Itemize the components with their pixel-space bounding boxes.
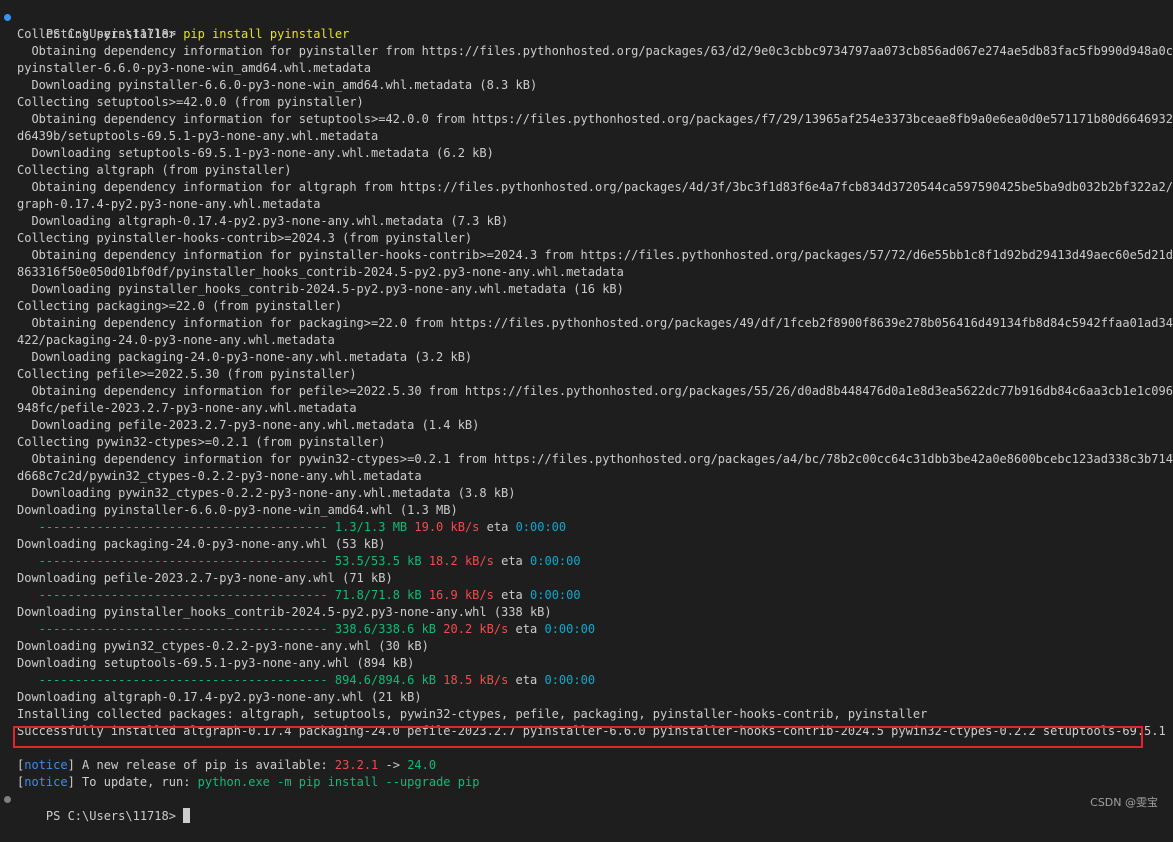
eta-value: 0:00:00 xyxy=(515,520,567,534)
output-line: Installing collected packages: altgraph,… xyxy=(17,707,928,721)
output-line: Collecting packaging>=22.0 (from pyinsta… xyxy=(17,299,343,313)
output-line: Obtaining dependency information for pyi… xyxy=(17,248,1173,262)
output-line: Obtaining dependency information for pef… xyxy=(17,384,1173,398)
output-line: 863316f50e050d01bf0df/pyinstaller_hooks_… xyxy=(17,265,624,279)
progress-line: ----------------------------------------… xyxy=(0,621,1160,638)
progress-size: 71.8/71.8 kB xyxy=(334,588,422,602)
eta-value: 0:00:00 xyxy=(530,588,581,602)
output-line: Downloading pywin32_ctypes-0.2.2-py3-non… xyxy=(17,639,429,653)
output-line: d6439b/setuptools-69.5.1-py3-none-any.wh… xyxy=(17,129,379,143)
progress-size: 338.6/338.6 kB xyxy=(334,622,437,636)
notice-line: [notice] To update, run: python.exe -m p… xyxy=(17,775,480,789)
progress-speed: 19.0 kB/s xyxy=(414,520,480,534)
eta-label: eta xyxy=(486,520,509,534)
output-line: Obtaining dependency information for pyw… xyxy=(17,452,1173,466)
output-line: Downloading altgraph-0.17.4-py2.py3-none… xyxy=(17,690,422,704)
output-line: Collecting pyinstaller-hooks-contrib>=20… xyxy=(17,231,473,245)
progress-bar: ---------------------------------------- xyxy=(17,554,335,568)
arrow-text: -> xyxy=(378,758,408,772)
output-line: Collecting setuptools>=42.0.0 (from pyin… xyxy=(17,95,364,109)
eta-value: 0:00:00 xyxy=(530,554,581,568)
output-line: 948fc/pefile-2023.2.7-py3-none-any.whl.m… xyxy=(17,401,357,415)
old-version: 23.2.1 xyxy=(334,758,379,772)
output-line: Collecting pywin32-ctypes>=0.2.1 (from p… xyxy=(17,435,386,449)
progress-line: ----------------------------------------… xyxy=(0,519,1160,536)
progress-speed: 18.5 kB/s xyxy=(443,673,509,687)
success-line: Successfully installed altgraph-0.17.4 p… xyxy=(17,724,1166,738)
prompt-line: PS C:\Users\11718> xyxy=(0,791,1160,823)
progress-speed: 18.2 kB/s xyxy=(428,554,494,568)
progress-line: ----------------------------------------… xyxy=(0,587,1160,604)
output-line: Downloading pyinstaller_hooks_contrib-20… xyxy=(17,605,552,619)
terminal-output[interactable]: PS C:\Users\11718> pip install pyinstall… xyxy=(0,9,1173,823)
progress-bar: ---------------------------------------- xyxy=(17,520,335,534)
output-line: Obtaining dependency information for set… xyxy=(17,112,1173,126)
prompt-status-dot-icon[interactable] xyxy=(4,796,11,803)
output-line: Collecting pefile>=2022.5.30 (from pyins… xyxy=(17,367,357,381)
progress-speed: 16.9 kB/s xyxy=(428,588,494,602)
notice-tag: notice xyxy=(24,775,68,789)
progress-size: 53.5/53.5 kB xyxy=(334,554,422,568)
eta-label: eta xyxy=(515,673,538,687)
progress-bar: ---------------------------------------- xyxy=(17,673,335,687)
notice-tag: notice xyxy=(24,758,68,772)
upgrade-command: python.exe -m pip install --upgrade pip xyxy=(197,775,480,789)
progress-line: ----------------------------------------… xyxy=(0,553,1160,570)
output-line: Downloading packaging-24.0-py3-none-any.… xyxy=(17,537,386,551)
eta-label: eta xyxy=(515,622,538,636)
output-line: Obtaining dependency information for pyi… xyxy=(17,44,1173,58)
output-line: Downloading pyinstaller-6.6.0-py3-none-w… xyxy=(17,78,538,92)
output-line: Downloading setuptools-69.5.1-py3-none-a… xyxy=(17,656,415,670)
eta-label: eta xyxy=(501,588,523,602)
output-line: 422/packaging-24.0-py3-none-any.whl.meta… xyxy=(17,333,335,347)
output-line: d668c7c2d/pywin32_ctypes-0.2.2-py3-none-… xyxy=(17,469,422,483)
notice-line: [notice] A new release of pip is availab… xyxy=(17,758,437,772)
output-line: pyinstaller-6.6.0-py3-none-win_amd64.whl… xyxy=(17,61,372,75)
output-line: Downloading altgraph-0.17.4-py2.py3-none… xyxy=(17,214,509,228)
progress-bar: ---------------------------------------- xyxy=(17,622,335,636)
progress-line: ----------------------------------------… xyxy=(0,672,1160,689)
eta-value: 0:00:00 xyxy=(544,673,596,687)
output-line: Collecting pyinstaller xyxy=(17,27,176,41)
progress-size: 894.6/894.6 kB xyxy=(334,673,437,687)
notice-text: To update, run: xyxy=(74,775,198,789)
watermark: CSDN @雯宝 xyxy=(1090,796,1158,809)
output-line: Downloading pywin32_ctypes-0.2.2-py3-non… xyxy=(17,486,516,500)
progress-size: 1.3/1.3 MB xyxy=(334,520,408,534)
progress-bar: ---------------------------------------- xyxy=(17,588,335,602)
command-status-dot-icon[interactable] xyxy=(4,14,11,21)
notice-text: A new release of pip is available: xyxy=(74,758,335,772)
output-line: Collecting altgraph (from pyinstaller) xyxy=(17,163,292,177)
output-line: Downloading setuptools-69.5.1-py3-none-a… xyxy=(17,146,494,160)
output-line: Downloading pefile-2023.2.7-py3-none-any… xyxy=(17,418,480,432)
output-line: Obtaining dependency information for alt… xyxy=(17,180,1173,194)
output-line: Downloading pefile-2023.2.7-py3-none-any… xyxy=(17,571,393,585)
new-version: 24.0 xyxy=(407,758,437,772)
eta-label: eta xyxy=(501,554,523,568)
progress-speed: 20.2 kB/s xyxy=(443,622,509,636)
output-line: Obtaining dependency information for pac… xyxy=(17,316,1173,330)
prompt-line: PS C:\Users\11718> pip install pyinstall… xyxy=(0,9,1160,41)
output-line: Downloading packaging-24.0-py3-none-any.… xyxy=(17,350,473,364)
output-line: Downloading pyinstaller_hooks_contrib-20… xyxy=(17,282,624,296)
output-line: graph-0.17.4-py2.py3-none-any.whl.metada… xyxy=(17,197,321,211)
eta-value: 0:00:00 xyxy=(544,622,596,636)
output-line: Downloading pyinstaller-6.6.0-py3-none-w… xyxy=(17,503,458,517)
